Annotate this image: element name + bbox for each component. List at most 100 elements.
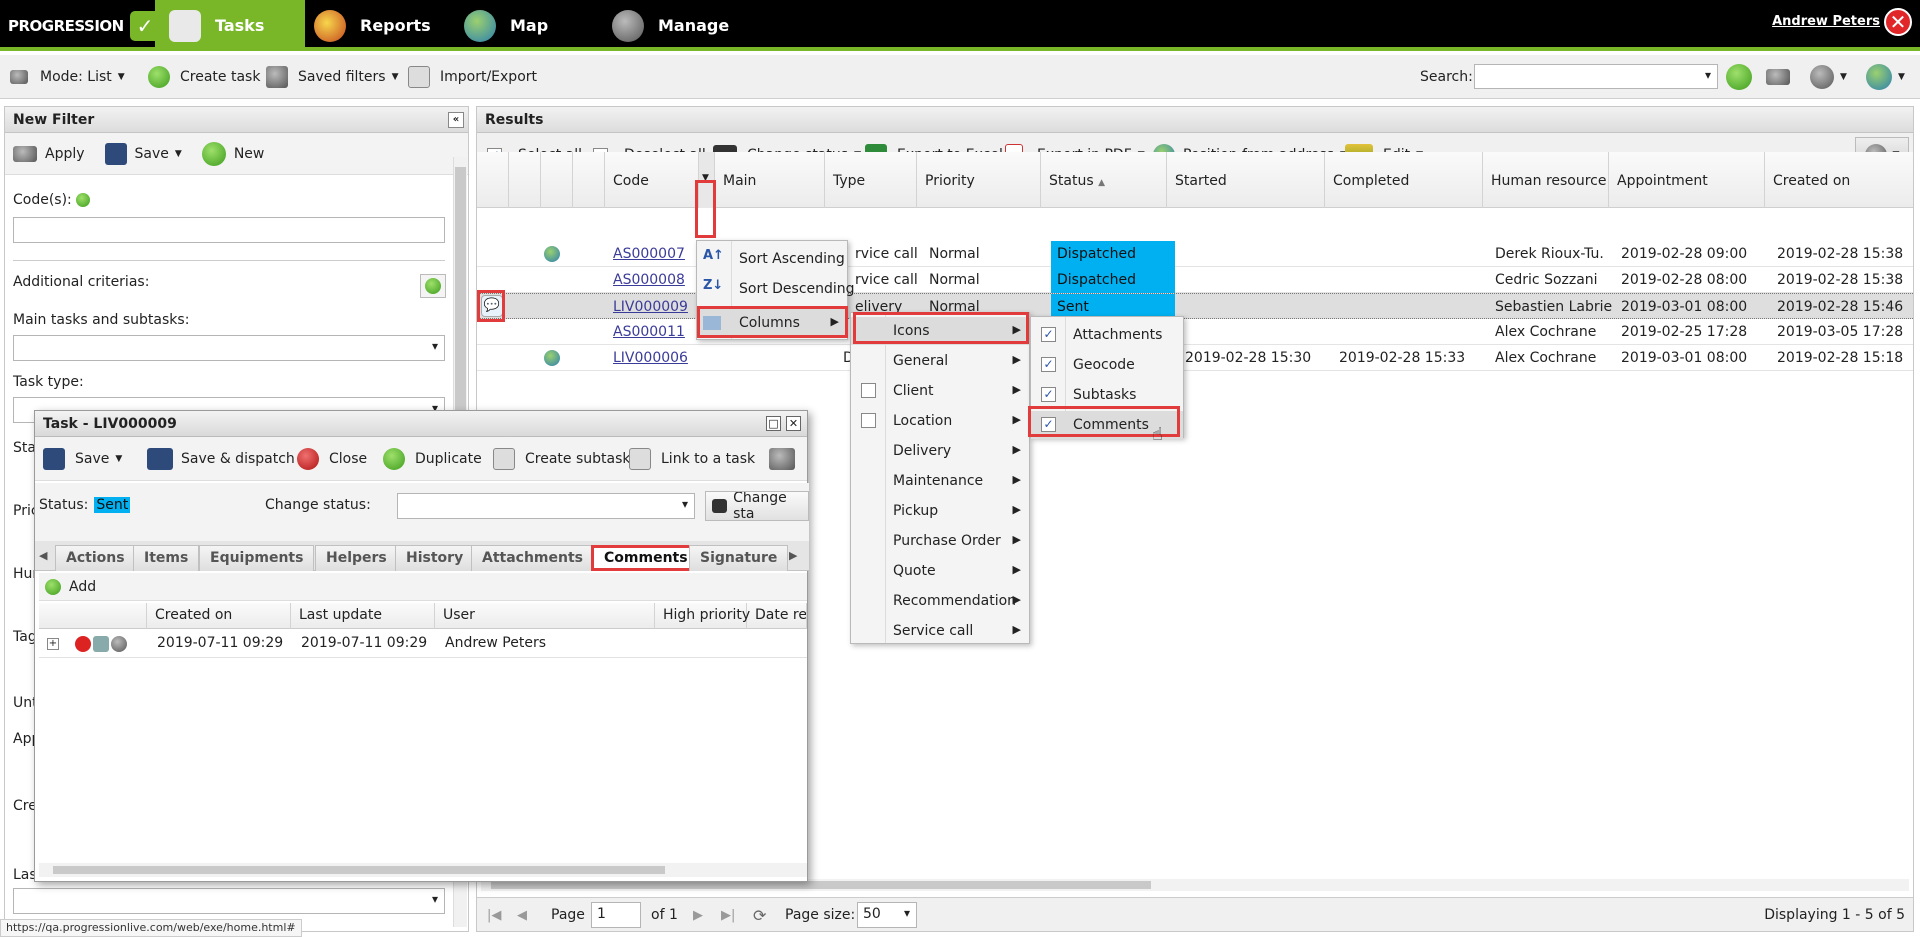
sort-ascending-item[interactable]: A↑ Sort Ascending <box>697 245 847 273</box>
icon-column-subtasks[interactable]: ✓ Subtasks <box>1031 381 1183 409</box>
task-code-link[interactable]: AS000007 <box>613 246 685 262</box>
tab-equipments[interactable]: Equipments <box>199 545 315 571</box>
last-page-icon[interactable]: ▶| <box>721 898 735 932</box>
columns-group-general[interactable]: General ▶ <box>851 347 1029 375</box>
columns-group-location[interactable]: Location ▶ <box>851 407 1029 435</box>
task-save-button[interactable]: Save ▼ <box>43 437 122 481</box>
tab-signature[interactable]: Signature <box>689 545 789 571</box>
duplicate-button[interactable]: Duplicate <box>383 437 482 481</box>
checkbox-checked-icon[interactable]: ✓ <box>1041 387 1056 402</box>
columns-group-delivery[interactable]: Delivery ▶ <box>851 437 1029 465</box>
table-row[interactable]: AS000007 rvice call Normal Dispatched De… <box>477 241 1913 267</box>
print-button[interactable] <box>769 437 795 481</box>
comment-row[interactable]: + 2019-07-11 09:29 2019-07-11 09:29 Andr… <box>39 630 807 658</box>
table-row[interactable]: AS000008 rvice call Normal Dispatched Ce… <box>477 267 1913 293</box>
main-tasks-select[interactable] <box>13 335 445 361</box>
new-filter-button[interactable]: New <box>201 141 264 166</box>
saved-filters-button[interactable]: Saved filters ▼ <box>266 55 398 99</box>
prev-page-icon[interactable]: ◀ <box>517 898 527 932</box>
checkbox-empty-icon[interactable] <box>861 413 876 428</box>
col-comment-created[interactable]: Created on <box>147 603 291 629</box>
checkbox-checked-icon[interactable]: ✓ <box>1041 357 1056 372</box>
add-comment-button[interactable]: Add <box>39 573 807 601</box>
scroll-thumb[interactable] <box>491 881 1151 889</box>
expand-icon[interactable]: + <box>47 638 59 650</box>
nav-tab-reports[interactable]: Reports <box>314 0 431 51</box>
save-dispatch-button[interactable]: Save & dispatch <box>147 437 295 481</box>
columns-group-recommendation[interactable]: Recommendation ▶ <box>851 587 1029 615</box>
columns-group-pickup[interactable]: Pickup ▶ <box>851 497 1029 525</box>
task-code-link[interactable]: LIV000006 <box>613 350 688 366</box>
nav-tab-map[interactable]: Map <box>464 0 548 51</box>
logout-close-icon[interactable]: ✕ <box>1884 8 1912 36</box>
notify-icon[interactable] <box>111 636 127 652</box>
scroll-thumb[interactable] <box>53 866 665 874</box>
save-filter-button[interactable]: Save ▼ <box>104 142 182 165</box>
table-row-selected[interactable]: 💬 LIV000009 elivery Normal Sent Sebastie… <box>477 293 1913 320</box>
checkbox-checked-icon[interactable]: ✓ <box>1041 327 1056 342</box>
tab-scroll-left-icon[interactable]: ◀ <box>39 549 47 562</box>
tab-actions[interactable]: Actions <box>55 545 136 571</box>
edit-comment-icon[interactable] <box>93 636 109 652</box>
checkbox-empty-icon[interactable] <box>861 383 876 398</box>
columns-group-client[interactable]: Client ▶ <box>851 377 1029 405</box>
task-code-link[interactable]: LIV000009 <box>613 299 688 315</box>
col-comment-priority[interactable]: High priority <box>655 603 750 629</box>
task-close-button[interactable]: Close <box>297 437 367 481</box>
tab-items[interactable]: Items <box>133 545 200 571</box>
search-input[interactable] <box>1474 64 1718 89</box>
tab-comments[interactable]: Comments <box>591 545 701 571</box>
tab-attachments[interactable]: Attachments <box>471 545 595 571</box>
link-to-task-button[interactable]: Link to a task <box>629 437 755 481</box>
col-comment-updated[interactable]: Last update <box>291 603 435 629</box>
add-code-icon[interactable] <box>76 193 91 207</box>
tab-scroll-right-icon[interactable]: ▶ <box>789 549 797 562</box>
change-status-button[interactable]: Change sta <box>705 491 809 521</box>
col-comment-date[interactable]: Date re <box>747 603 807 629</box>
change-status-select[interactable] <box>397 493 695 519</box>
col-comment-user[interactable]: User <box>435 603 655 629</box>
task-hscrollbar[interactable] <box>39 863 807 877</box>
sort-descending-item[interactable]: Z↓ Sort Descending <box>697 275 855 303</box>
settings-button[interactable]: ▼ <box>1810 55 1847 99</box>
codes-input[interactable] <box>13 217 445 243</box>
close-icon[interactable]: ✕ <box>786 416 801 431</box>
col-status[interactable]: Status ▲ <box>1041 152 1167 208</box>
refresh-globe-button[interactable] <box>1726 55 1752 99</box>
columns-group-service-call[interactable]: Service call ▶ <box>851 617 1029 645</box>
apply-filter-button[interactable]: Apply <box>13 145 85 162</box>
refresh-icon[interactable]: ⟳ <box>753 898 766 932</box>
col-completed[interactable]: Completed <box>1325 152 1483 208</box>
col-human-resource[interactable]: Human resource <box>1483 152 1609 208</box>
columns-group-maintenance[interactable]: Maintenance ▶ <box>851 467 1029 495</box>
add-criteria-button[interactable] <box>420 274 446 298</box>
tab-history[interactable]: History <box>395 545 475 571</box>
task-code-link[interactable]: AS000011 <box>613 324 685 340</box>
first-page-icon[interactable]: |◀ <box>487 898 501 932</box>
delete-icon[interactable] <box>75 636 91 652</box>
icon-column-geocode[interactable]: ✓ Geocode <box>1031 351 1183 379</box>
col-main[interactable]: Main <box>715 152 825 208</box>
collapse-panel-icon[interactable]: « <box>448 112 464 128</box>
page-size-select[interactable]: 50 <box>857 902 917 928</box>
table-row[interactable]: AS000011 Alex Cochrane 2019-02-25 17:28 … <box>477 319 1913 345</box>
last-update-select[interactable] <box>13 888 445 914</box>
icon-column-attachments[interactable]: ✓ Attachments <box>1031 321 1183 349</box>
col-appointment[interactable]: Appointment <box>1609 152 1765 208</box>
columns-group-purchase-order[interactable]: Purchase Order ▶ <box>851 527 1029 555</box>
create-task-button[interactable]: Create task <box>148 55 260 99</box>
user-menu[interactable]: Andrew Peters <box>1772 14 1880 29</box>
col-type[interactable]: Type <box>825 152 917 208</box>
next-page-icon[interactable]: ▶ <box>693 898 703 932</box>
col-started[interactable]: Started <box>1167 152 1325 208</box>
page-number-input[interactable]: 1 <box>591 902 641 928</box>
col-priority[interactable]: Priority <box>917 152 1041 208</box>
nav-tab-manage[interactable]: Manage <box>612 0 729 51</box>
create-subtask-button[interactable]: Create subtask <box>493 437 631 481</box>
brand-logo[interactable]: PROGRESSION ✓ <box>8 11 160 41</box>
binoculars-button[interactable] <box>1766 55 1790 99</box>
import-export-button[interactable]: Import/Export <box>408 55 537 99</box>
columns-group-quote[interactable]: Quote ▶ <box>851 557 1029 585</box>
col-created-on[interactable]: Created on <box>1765 152 1913 208</box>
web-menu-button[interactable]: ▼ <box>1866 55 1905 99</box>
